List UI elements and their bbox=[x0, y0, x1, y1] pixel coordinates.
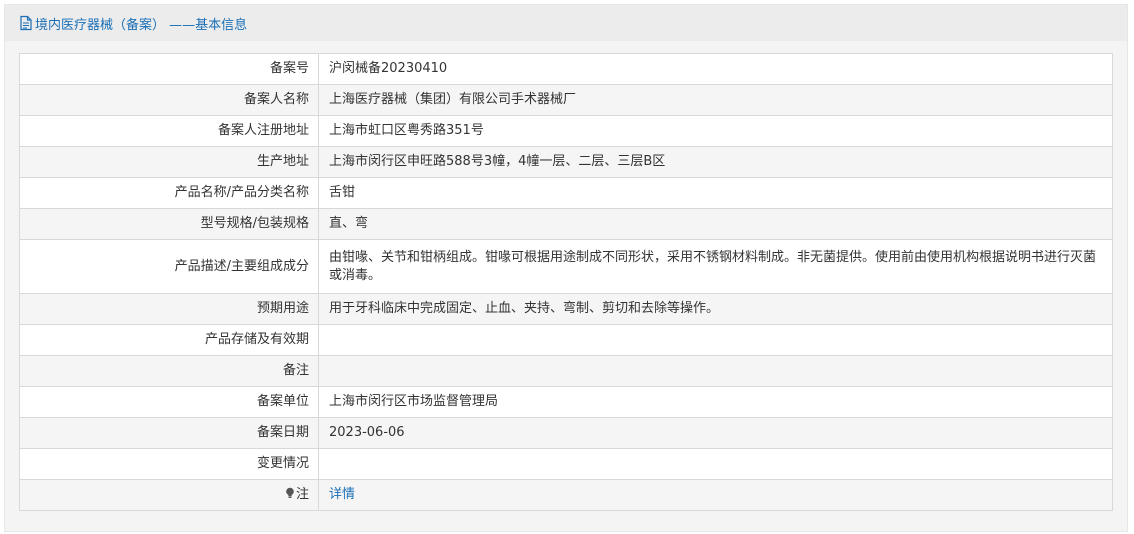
row-value bbox=[318, 355, 1113, 387]
row-value bbox=[318, 448, 1113, 480]
row-value: 直、弯 bbox=[318, 208, 1113, 240]
row-value: 上海市虹口区粤秀路351号 bbox=[318, 115, 1113, 147]
row-value: 上海市闵行区市场监督管理局 bbox=[318, 386, 1113, 418]
row-value: 沪闵械备20230410 bbox=[318, 53, 1113, 85]
row-value bbox=[318, 324, 1113, 356]
table-row: 备案号 沪闵械备20230410 bbox=[19, 53, 1113, 85]
table-row: 备案人注册地址 上海市虹口区粤秀路351号 bbox=[19, 115, 1113, 147]
table-row: 预期用途 用于牙科临床中完成固定、止血、夹持、弯制、剪切和去除等操作。 bbox=[19, 293, 1113, 325]
info-table: 备案号 沪闵械备20230410 备案人名称 上海医疗器械（集团）有限公司手术器… bbox=[19, 53, 1113, 511]
row-value: 用于牙科临床中完成固定、止血、夹持、弯制、剪切和去除等操作。 bbox=[318, 293, 1113, 325]
note-label: 注 bbox=[19, 479, 319, 511]
table-row: 变更情况 bbox=[19, 448, 1113, 480]
page-title: 境内医疗器械（备案） ——基本信息 bbox=[35, 17, 248, 33]
table-row: 备案人名称 上海医疗器械（集团）有限公司手术器械厂 bbox=[19, 84, 1113, 116]
panel-header: 境内医疗器械（备案） ——基本信息 bbox=[5, 5, 1127, 41]
row-label: 备案号 bbox=[19, 53, 319, 85]
lightbulb-icon bbox=[285, 487, 295, 499]
row-label: 备注 bbox=[19, 355, 319, 387]
info-panel: 境内医疗器械（备案） ——基本信息 备案号 沪闵械备20230410 备案人名称… bbox=[4, 4, 1128, 532]
table-row: 产品描述/主要组成成分 由钳喙、关节和钳柄组成。钳喙可根据用途制成不同形状，采用… bbox=[19, 239, 1113, 294]
row-value: 上海市闵行区申旺路588号3幢，4幢一层、二层、三层B区 bbox=[318, 146, 1113, 178]
row-label: 备案单位 bbox=[19, 386, 319, 418]
row-label: 产品名称/产品分类名称 bbox=[19, 177, 319, 209]
row-label: 产品描述/主要组成成分 bbox=[19, 239, 319, 294]
table-row: 产品存储及有效期 bbox=[19, 324, 1113, 356]
row-value: 详情 bbox=[318, 479, 1113, 511]
table-row: 注 详情 bbox=[19, 479, 1113, 511]
table-row: 备案日期 2023-06-06 bbox=[19, 417, 1113, 449]
table-row: 备注 bbox=[19, 355, 1113, 387]
row-label: 变更情况 bbox=[19, 448, 319, 480]
details-link[interactable]: 详情 bbox=[329, 487, 355, 502]
row-value: 上海医疗器械（集团）有限公司手术器械厂 bbox=[318, 84, 1113, 116]
note-label-text: 注 bbox=[295, 487, 309, 502]
document-icon bbox=[19, 15, 33, 31]
table-row: 产品名称/产品分类名称 舌钳 bbox=[19, 177, 1113, 209]
table-row: 型号规格/包装规格 直、弯 bbox=[19, 208, 1113, 240]
row-value: 舌钳 bbox=[318, 177, 1113, 209]
row-label: 备案日期 bbox=[19, 417, 319, 449]
row-label: 备案人名称 bbox=[19, 84, 319, 116]
row-label: 备案人注册地址 bbox=[19, 115, 319, 147]
row-label: 产品存储及有效期 bbox=[19, 324, 319, 356]
row-label: 预期用途 bbox=[19, 293, 319, 325]
table-row: 备案单位 上海市闵行区市场监督管理局 bbox=[19, 386, 1113, 418]
table-row: 生产地址 上海市闵行区申旺路588号3幢，4幢一层、二层、三层B区 bbox=[19, 146, 1113, 178]
row-value: 由钳喙、关节和钳柄组成。钳喙可根据用途制成不同形状，采用不锈钢材料制成。非无菌提… bbox=[318, 239, 1113, 294]
row-label: 生产地址 bbox=[19, 146, 319, 178]
row-value: 2023-06-06 bbox=[318, 417, 1113, 449]
row-label: 型号规格/包装规格 bbox=[19, 208, 319, 240]
